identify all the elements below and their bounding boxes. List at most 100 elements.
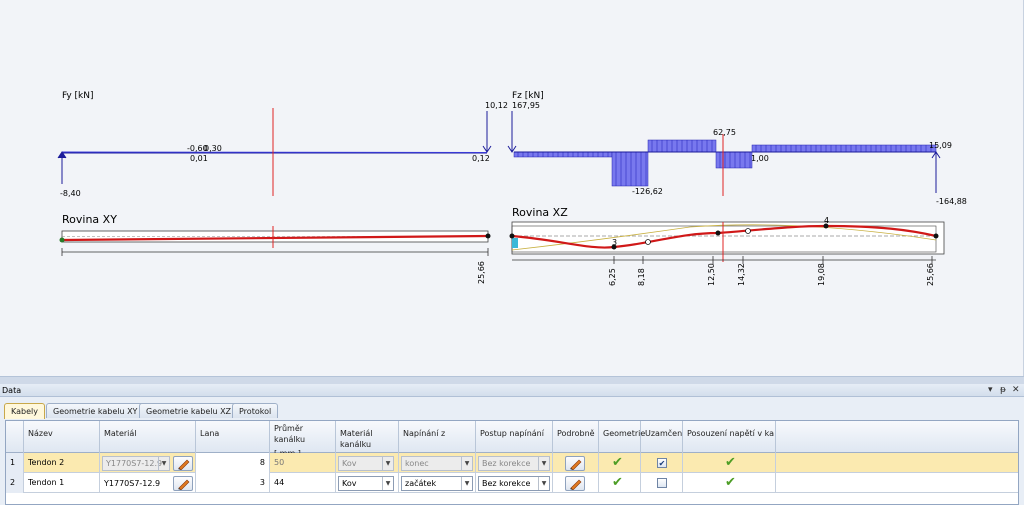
- fy-label-mid-bot: 0,01: [190, 154, 208, 163]
- fz-right-arrow: [931, 151, 941, 193]
- plane-xz-dim-label: 6,25: [608, 268, 617, 286]
- chevron-down-icon: ▼: [382, 477, 393, 490]
- fz-left-arrow: [507, 111, 517, 153]
- plane-xz-point-mid: [715, 230, 721, 236]
- data-panel-title: Data: [2, 386, 22, 395]
- fy-label-right-bot: 0,12: [472, 154, 490, 163]
- col-header-strands[interactable]: Lana: [196, 421, 270, 453]
- material-select[interactable]: Y1770S7-12.9 ▼: [102, 456, 170, 471]
- cell-locked: [641, 473, 683, 493]
- splitter[interactable]: [0, 376, 1024, 384]
- row-index: 2: [6, 473, 24, 493]
- duct-material-select[interactable]: Kov ▼: [338, 456, 394, 471]
- stressing-proc-select[interactable]: Bez korekce ▼: [478, 476, 550, 491]
- cell-geometry: ✔: [599, 473, 641, 493]
- col-header-locked[interactable]: Uzamčen: [641, 421, 683, 453]
- checkmark-icon: ✔: [612, 475, 623, 490]
- stressing-proc-select-value: Bez korekce: [482, 459, 531, 468]
- tab-geometrie-xz[interactable]: Geometrie kabelu XZ: [139, 403, 239, 418]
- col-header-diameter[interactable]: Průměr kanálku [ mm ]: [270, 421, 336, 458]
- cell-locked: ✔: [641, 453, 683, 473]
- col-header-stressing-from[interactable]: Napínání z: [399, 421, 476, 453]
- cell-stressing-from: konec ▼: [399, 453, 476, 473]
- material-edit-button[interactable]: [173, 476, 193, 491]
- data-panel-header: Data ▾ ᵽ ✕: [0, 384, 1024, 397]
- fz-label-right-bot: -164,88: [936, 197, 967, 206]
- plane-xz-point-inter1: [645, 239, 651, 245]
- material-edit-button[interactable]: [173, 456, 193, 471]
- locked-checkbox[interactable]: ✔: [657, 458, 667, 468]
- plane-xz-dim-label: 19,08: [817, 263, 826, 286]
- material-select[interactable]: Y1770S7-12.9: [102, 476, 170, 491]
- panel-menu-icon[interactable]: ▾: [988, 384, 993, 397]
- pencil-icon: [178, 479, 190, 491]
- plane-xz-point-start: [509, 233, 515, 239]
- stressing-proc-select[interactable]: Bez korekce ▼: [478, 456, 550, 471]
- tab-geometrie-xy[interactable]: Geometrie kabelu XY: [46, 403, 145, 418]
- plane-xy-title: Rovina XY: [62, 213, 117, 226]
- plane-xz-point-label-4: 4: [824, 216, 829, 225]
- panel-close-icon[interactable]: ✕: [1012, 384, 1020, 397]
- col-header-stressing-proc[interactable]: Postup napínání: [476, 421, 553, 453]
- col-header-diameter-label: Průměr kanálku: [274, 424, 306, 444]
- tab-protokol[interactable]: Protokol: [232, 403, 279, 418]
- tab-kabely[interactable]: Kabely: [4, 403, 45, 419]
- material-select-value: Y1770S7-12.9: [106, 459, 163, 468]
- cell-diameter[interactable]: 44: [270, 473, 336, 493]
- cell-material: Y1770S7-12.9 ▼: [100, 453, 196, 473]
- plane-xz-dim-label: 12,50: [707, 263, 716, 286]
- col-header-details[interactable]: Podrobně: [553, 421, 599, 453]
- cell-strands[interactable]: 3: [196, 473, 270, 493]
- cell-stressing-proc: Bez korekce ▼: [476, 453, 553, 473]
- cell-duct-material: Kov ▼: [336, 453, 399, 473]
- locked-checkbox[interactable]: [657, 478, 667, 488]
- plane-xz-point-inter2: [745, 228, 751, 234]
- checkmark-icon: ✔: [725, 475, 736, 490]
- pencil-icon: [178, 459, 190, 471]
- chevron-down-icon: ▼: [158, 457, 169, 470]
- fy-label-right-top: 10,12: [485, 101, 508, 110]
- duct-material-select[interactable]: Kov ▼: [338, 476, 394, 491]
- details-edit-button[interactable]: [565, 476, 585, 491]
- duct-material-select-value: Kov: [342, 479, 357, 488]
- chevron-down-icon: ▼: [382, 457, 393, 470]
- pencil-icon: [570, 479, 582, 491]
- tab-strip: Kabely Geometrie kabelu XY Geometrie kab…: [0, 403, 1024, 419]
- stressing-from-select[interactable]: začátek ▼: [401, 476, 473, 491]
- data-panel: Data ▾ ᵽ ✕ Kabely Geometrie kabelu XY Ge…: [0, 384, 1024, 505]
- col-header-stress-check[interactable]: Posouzení napětí v ka: [683, 421, 776, 453]
- cell-stress-check: ✔: [683, 453, 776, 473]
- plane-xz-anchor-left: [512, 238, 518, 248]
- stressing-from-select-value: začátek: [405, 479, 437, 488]
- cell-stress-check: ✔: [683, 473, 776, 493]
- plane-xz-dim-label: 25,66: [926, 263, 935, 286]
- chevron-down-icon: ▼: [461, 457, 472, 470]
- plane-xz-point-label-3: 3: [612, 238, 617, 247]
- chevron-down-icon: ▼: [538, 457, 549, 470]
- details-edit-button[interactable]: [565, 456, 585, 471]
- cell-strands[interactable]: 8: [196, 453, 270, 473]
- table-row[interactable]: 1 Tendon 2 Y1770S7-12.9 ▼ 8 50 Kov ▼ kon…: [6, 453, 1018, 473]
- fz-label-left-top: 167,95: [512, 101, 540, 110]
- plane-xz-dim-label: 8,18: [637, 268, 646, 286]
- cell-details: [553, 453, 599, 473]
- cell-name[interactable]: Tendon 1: [24, 473, 100, 493]
- cell-name[interactable]: Tendon 2: [24, 453, 100, 473]
- fy-label-left: -8,40: [60, 189, 81, 198]
- fy-left-arrow: [57, 151, 67, 184]
- plane-xz-point-end: [933, 233, 939, 239]
- stressing-from-select[interactable]: konec ▼: [401, 456, 473, 471]
- col-header-material[interactable]: Materiál: [100, 421, 196, 453]
- grid-header: Název Materiál Lana Průměr kanálku [ mm …: [6, 421, 1018, 458]
- table-row[interactable]: 2 Tendon 1 Y1770S7-12.9 3 44 Kov ▼ začát…: [6, 473, 1018, 493]
- col-header-duct-material[interactable]: Materiál kanálku: [336, 421, 399, 453]
- fy-title: Fy [kN]: [62, 91, 94, 101]
- col-header-name[interactable]: Název: [24, 421, 100, 453]
- cell-diameter[interactable]: 50: [270, 453, 336, 473]
- panel-pin-icon[interactable]: ᵽ: [1000, 384, 1006, 397]
- col-header-geometry[interactable]: Geometrie: [599, 421, 645, 453]
- plane-xz-title: Rovina XZ: [512, 206, 568, 219]
- drawing-canvas[interactable]: Fy [kN] -8,40 -0,60 0,30 0,01 10,12 0,12…: [0, 0, 1024, 376]
- stressing-from-select-value: konec: [405, 459, 429, 468]
- cell-stressing-from: začátek ▼: [399, 473, 476, 493]
